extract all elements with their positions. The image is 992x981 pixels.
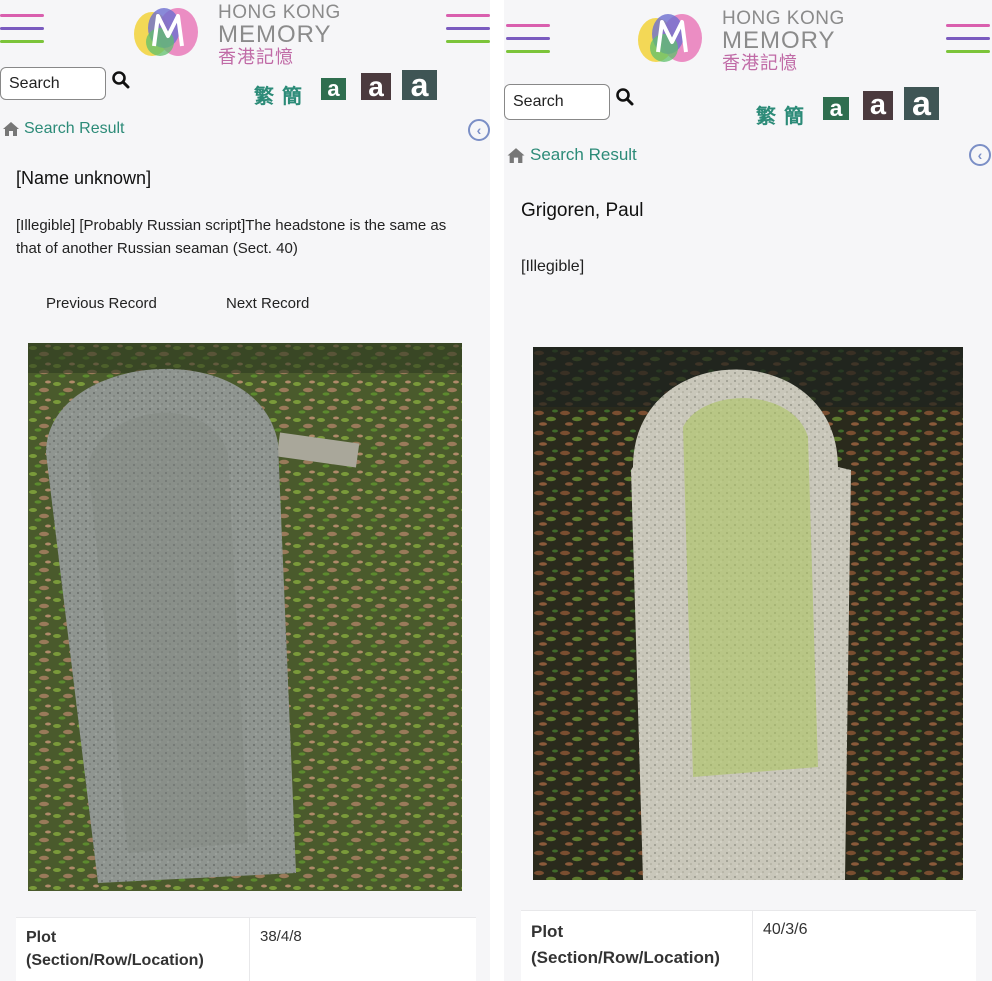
site-logo[interactable]: HONG KONG MEMORY 香港記憶 (722, 8, 845, 74)
plot-info-table: Plot (Section/Row/Location) 40/3/6 (521, 910, 976, 981)
font-size-large-button[interactable]: a (402, 69, 437, 101)
logo-line-2: MEMORY (218, 21, 332, 48)
font-size-medium-button[interactable]: a (863, 91, 893, 120)
record-panel-left: HONG KONG MEMORY 香港記憶 Search 繁 簡 a a a S… (0, 0, 490, 981)
home-icon[interactable] (506, 147, 526, 164)
font-size-medium-button[interactable]: a (361, 72, 391, 100)
search-input[interactable]: Search (0, 67, 106, 100)
breadcrumb-label[interactable]: Search Result (530, 145, 637, 165)
record-title: Grigoren, Paul (521, 200, 644, 221)
breadcrumb-label[interactable]: Search Result (24, 120, 125, 138)
breadcrumb[interactable]: Search Result (506, 145, 637, 165)
menu-icon[interactable] (506, 24, 550, 56)
next-record-link[interactable]: Next Record (226, 295, 309, 312)
plot-value: 38/4/8 (260, 928, 302, 945)
back-icon[interactable]: ‹ (969, 144, 991, 166)
font-size-large-button[interactable]: a (904, 87, 939, 121)
plot-label-line-1: Plot (531, 922, 564, 941)
logo-mark-icon (638, 14, 702, 62)
logo-line-1: HONG KONG (722, 8, 845, 29)
menu-icon-right[interactable] (946, 24, 990, 56)
plot-label: Plot (Section/Row/Location) (521, 911, 753, 981)
logo-chinese: 香港記憶 (722, 53, 798, 73)
plot-label: Plot (Section/Row/Location) (16, 918, 250, 981)
headstone-photo (28, 343, 462, 891)
record-description: [Illegible] [Probably Russian script]The… (16, 217, 447, 257)
previous-record-link[interactable]: Previous Record (46, 295, 157, 312)
plot-label-line-1: Plot (26, 929, 57, 946)
lang-simplified-link[interactable]: 簡 (784, 100, 804, 129)
lang-simplified-link[interactable]: 簡 (282, 80, 302, 109)
breadcrumb[interactable]: Search Result (2, 120, 125, 138)
site-logo[interactable]: HONG KONG MEMORY 香港記憶 (218, 2, 341, 68)
logo-chinese: 香港記憶 (218, 47, 294, 67)
plot-info-table: Plot (Section/Row/Location) 38/4/8 (16, 917, 476, 981)
plot-label-line-2: (Section/Row/Location) (531, 948, 720, 967)
lang-traditional-link[interactable]: 繁 (756, 100, 776, 129)
back-icon[interactable]: ‹ (468, 119, 490, 141)
logo-line-1: HONG KONG (218, 2, 341, 23)
font-size-small-button[interactable]: a (321, 78, 346, 100)
record-panel-right: HONG KONG MEMORY 香港記憶 Search 繁 簡 a a a S… (504, 0, 992, 981)
record-title: [Name unknown] (16, 168, 152, 188)
home-icon[interactable] (2, 121, 20, 137)
plot-label-line-2: (Section/Row/Location) (26, 952, 204, 969)
font-size-small-button[interactable]: a (823, 97, 849, 120)
plot-value: 40/3/6 (763, 921, 808, 938)
headstone-photo (533, 347, 963, 880)
menu-icon[interactable] (0, 14, 44, 46)
lang-traditional-link[interactable]: 繁 (254, 80, 274, 109)
search-input[interactable]: Search (504, 84, 610, 120)
search-icon[interactable] (110, 69, 132, 91)
menu-icon-right[interactable] (446, 14, 490, 46)
record-description: [Illegible] (521, 258, 585, 275)
logo-mark-icon (134, 8, 198, 56)
search-icon[interactable] (614, 86, 636, 108)
logo-line-2: MEMORY (722, 27, 836, 54)
